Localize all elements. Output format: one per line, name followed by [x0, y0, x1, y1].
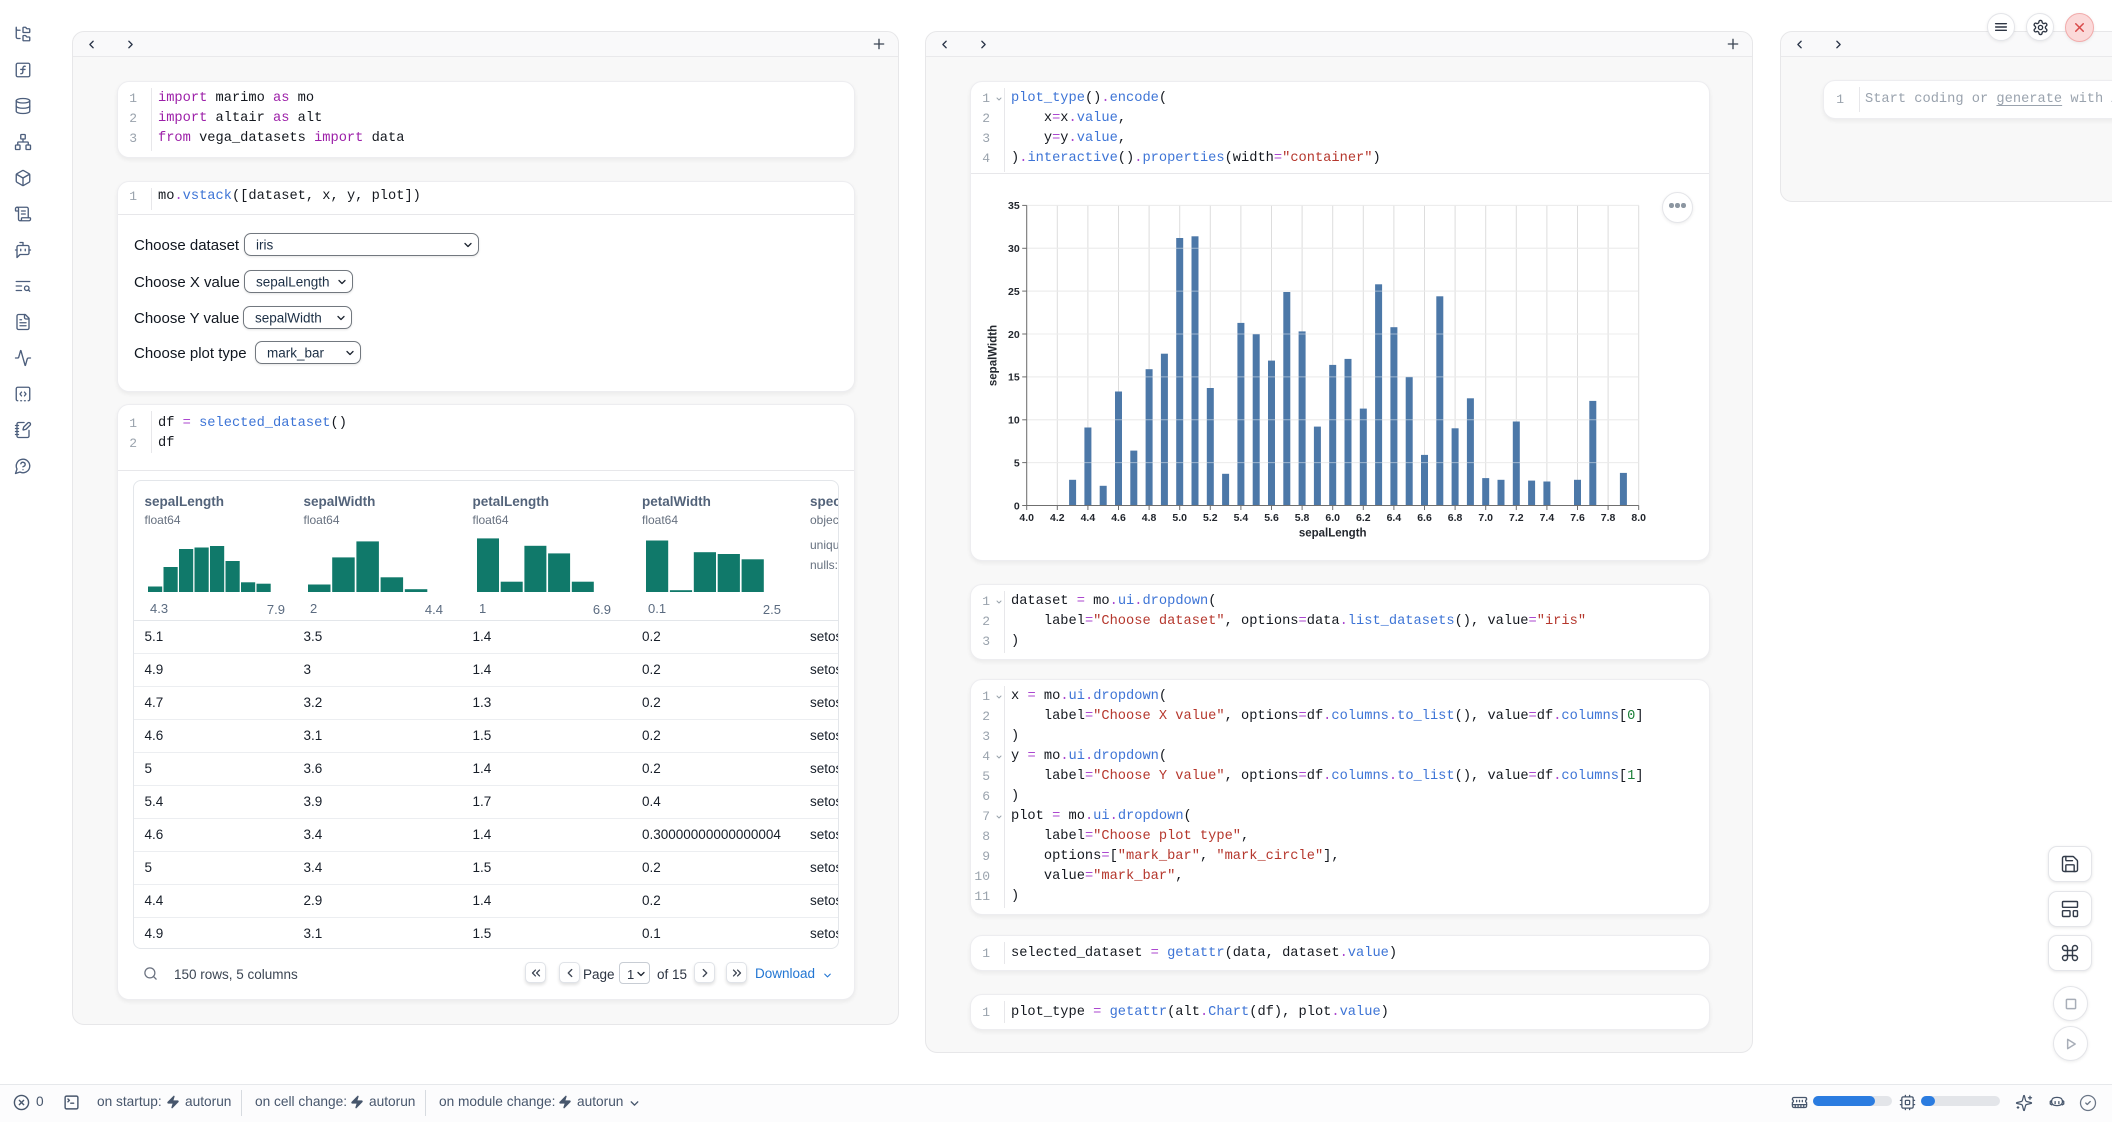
svg-text:15: 15 — [1008, 372, 1020, 384]
svg-text:5.6: 5.6 — [1264, 512, 1279, 524]
svg-text:20: 20 — [1008, 329, 1020, 341]
svg-text:4.2: 4.2 — [1050, 512, 1065, 524]
svg-text:7.4: 7.4 — [1540, 512, 1555, 524]
svg-text:6.4: 6.4 — [1387, 512, 1402, 524]
svg-text:4.0: 4.0 — [1019, 512, 1034, 524]
svg-text:5.2: 5.2 — [1203, 512, 1218, 524]
svg-text:sepalWidth: sepalWidth — [988, 325, 1000, 386]
svg-text:25: 25 — [1008, 286, 1020, 298]
svg-text:sepalLength: sepalLength — [1299, 528, 1367, 540]
svg-text:7.0: 7.0 — [1478, 512, 1493, 524]
svg-text:10: 10 — [1008, 415, 1020, 427]
svg-text:4.8: 4.8 — [1142, 512, 1157, 524]
svg-text:6.0: 6.0 — [1325, 512, 1340, 524]
svg-text:4.4: 4.4 — [1081, 512, 1096, 524]
svg-text:5: 5 — [1014, 457, 1020, 469]
svg-text:8.0: 8.0 — [1631, 512, 1646, 524]
svg-text:35: 35 — [1008, 200, 1020, 212]
svg-text:7.8: 7.8 — [1601, 512, 1616, 524]
svg-text:30: 30 — [1008, 243, 1020, 255]
svg-text:7.6: 7.6 — [1570, 512, 1585, 524]
svg-text:5.8: 5.8 — [1295, 512, 1310, 524]
svg-text:7.2: 7.2 — [1509, 512, 1524, 524]
svg-text:6.2: 6.2 — [1356, 512, 1371, 524]
svg-text:5.0: 5.0 — [1172, 512, 1187, 524]
svg-text:6.6: 6.6 — [1417, 512, 1432, 524]
svg-text:4.6: 4.6 — [1111, 512, 1126, 524]
svg-text:5.4: 5.4 — [1234, 512, 1249, 524]
svg-text:6.8: 6.8 — [1448, 512, 1463, 524]
svg-text:0: 0 — [1014, 500, 1020, 512]
